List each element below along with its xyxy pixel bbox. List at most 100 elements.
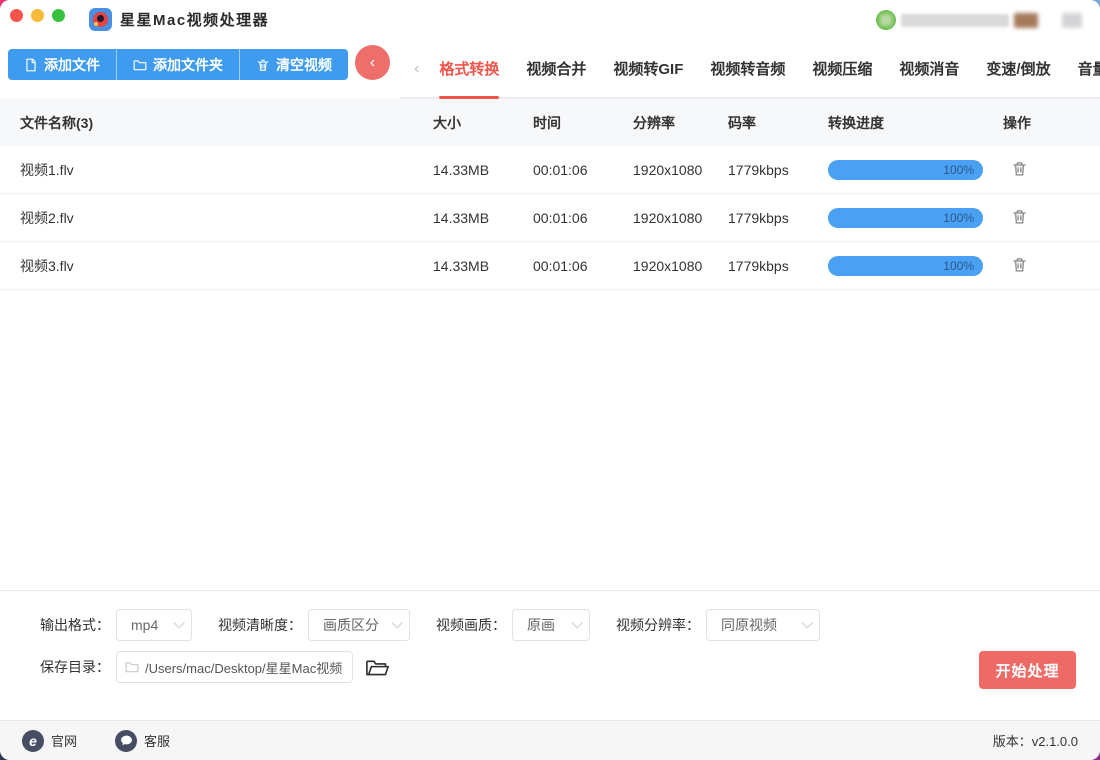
start-processing-button[interactable]: 开始处理: [979, 651, 1076, 689]
chevron-down-icon: [173, 617, 185, 629]
progress-value: 100%: [943, 210, 974, 225]
output-format-value: mp4: [131, 617, 159, 633]
file-size: 14.33MB: [433, 161, 490, 178]
chevron-down-icon: [571, 617, 583, 629]
footer: e 官网 客服 版本：v2.1.0.0: [0, 720, 1100, 760]
progress-value: 100%: [943, 258, 974, 273]
add-folder-button[interactable]: 添加文件夹: [116, 49, 239, 80]
browse-folder-button[interactable]: [366, 658, 389, 677]
file-duration: 00:01:06: [533, 257, 588, 274]
video-resolution-select[interactable]: 同原视频: [706, 609, 820, 641]
user-avatar[interactable]: [876, 10, 896, 30]
app-title: 星星Mac视频处理器: [120, 12, 270, 29]
version-text: 版本：v2.1.0.0: [992, 734, 1078, 749]
clear-videos-label: 清空视频: [276, 56, 332, 73]
add-folder-label: 添加文件夹: [153, 56, 223, 73]
add-file-button[interactable]: 添加文件: [8, 49, 116, 80]
progress-bar: 100%: [828, 159, 983, 180]
file-icon: [26, 58, 36, 71]
file-resolution: 1920x1080: [633, 257, 703, 274]
close-window-icon[interactable]: [10, 9, 23, 22]
app-logo-icon: [89, 8, 112, 31]
col-actions: 操作: [1003, 114, 1031, 131]
folder-icon: [125, 662, 139, 673]
save-dir-label: 保存目录：: [40, 659, 110, 675]
trash-icon: [257, 59, 269, 71]
settings-row-1: 输出格式： mp4 视频清晰度： 画质区分 视频画质： 原画 视频分辨率： 同原…: [40, 609, 1100, 641]
delete-row-button[interactable]: [1011, 255, 1028, 274]
app-identity: 星星Mac视频处理器: [89, 8, 269, 31]
tabs-scroll-left-icon[interactable]: ‹: [414, 60, 419, 78]
file-duration: 00:01:06: [533, 161, 588, 178]
file-name: 视频1.flv: [20, 161, 74, 178]
customer-support-link[interactable]: 客服: [115, 729, 171, 752]
user-account-area[interactable]: [876, 10, 1082, 30]
delete-row-button[interactable]: [1011, 159, 1028, 178]
output-format-select[interactable]: mp4: [116, 609, 192, 641]
clarity-select[interactable]: 画质区分: [308, 609, 410, 641]
file-bitrate: 1779kbps: [728, 209, 789, 226]
col-size: 大小: [433, 114, 461, 131]
tab-volume-adjust[interactable]: 音量调整: [1078, 40, 1100, 97]
table-row: 视频1.flv 14.33MB 00:01:06 1920x1080 1779k…: [0, 146, 1100, 194]
zoom-window-icon[interactable]: [52, 9, 65, 22]
website-label: 官网: [51, 734, 78, 749]
output-format-label: 输出格式：: [40, 617, 110, 633]
quality-label: 视频画质：: [436, 617, 506, 633]
tab-video-to-audio[interactable]: 视频转音频: [710, 40, 785, 97]
website-icon: e: [22, 729, 44, 752]
output-settings-panel: 输出格式： mp4 视频清晰度： 画质区分 视频画质： 原画 视频分辨率： 同原…: [0, 590, 1100, 720]
file-name: 视频2.flv: [20, 209, 74, 226]
progress-bar: 100%: [828, 207, 983, 228]
chevron-left-icon: ‹: [369, 54, 376, 71]
file-bitrate: 1779kbps: [728, 161, 789, 178]
file-resolution: 1920x1080: [633, 161, 703, 178]
tab-video-to-gif[interactable]: 视频转GIF: [613, 40, 683, 97]
delete-row-button[interactable]: [1011, 207, 1028, 226]
quality-select[interactable]: 原画: [512, 609, 590, 641]
titlebar: 星星Mac视频处理器: [0, 0, 1100, 40]
file-duration: 00:01:06: [533, 209, 588, 226]
clear-videos-button[interactable]: 清空视频: [239, 49, 348, 80]
folder-icon: [133, 59, 147, 70]
user-menu-redacted[interactable]: [1062, 12, 1082, 28]
file-resolution: 1920x1080: [633, 209, 703, 226]
progress-bar: 100%: [828, 255, 983, 276]
save-dir-value: /Users/mac/Desktop/星星Mac视频: [145, 660, 343, 676]
tab-format-convert[interactable]: 格式转换: [439, 40, 500, 99]
col-progress: 转换进度: [828, 114, 884, 131]
chat-bubble-icon: [115, 729, 138, 752]
progress-value: 100%: [943, 162, 974, 177]
app-window: 星星Mac视频处理器 添加文件 添加文件夹 清空视频 ‹ ‹ 格式转换 视频合并…: [0, 0, 1100, 760]
open-folder-icon: [366, 660, 389, 675]
file-size: 14.33MB: [433, 257, 490, 274]
video-resolution-label: 视频分辨率：: [616, 617, 700, 633]
chevron-down-icon: [801, 617, 813, 629]
clarity-label: 视频清晰度：: [218, 617, 302, 633]
table-header: 文件名称(3) 大小 时间 分辨率 码率 转换进度 操作: [0, 99, 1100, 146]
collapse-panel-button[interactable]: ‹: [355, 45, 390, 80]
file-bitrate: 1779kbps: [728, 257, 789, 274]
tab-video-compress[interactable]: 视频压缩: [812, 40, 872, 97]
quality-value: 原画: [527, 617, 555, 633]
add-file-label: 添加文件: [44, 56, 100, 73]
col-filename: 文件名称(3): [20, 114, 94, 131]
support-label: 客服: [144, 734, 171, 749]
col-time: 时间: [533, 114, 561, 131]
toolbar-row: 添加文件 添加文件夹 清空视频 ‹ ‹ 格式转换 视频合并 视频转GIF 视频转…: [0, 40, 1100, 99]
col-bitrate: 码率: [728, 114, 756, 131]
tab-video-mute[interactable]: 视频消音: [899, 40, 959, 97]
file-name: 视频3.flv: [20, 257, 74, 274]
official-website-link[interactable]: e 官网: [22, 729, 78, 752]
minimize-window-icon[interactable]: [31, 9, 44, 22]
trash-icon: [1013, 161, 1026, 176]
tab-strip: ‹ 格式转换 视频合并 视频转GIF 视频转音频 视频压缩 视频消音 变速/倒放…: [400, 40, 1100, 99]
col-resolution: 分辨率: [633, 114, 675, 131]
file-actions-group: 添加文件 添加文件夹 清空视频: [8, 49, 348, 80]
tab-video-merge[interactable]: 视频合并: [526, 40, 586, 97]
table-row: 视频2.flv 14.33MB 00:01:06 1920x1080 1779k…: [0, 194, 1100, 242]
trash-icon: [1013, 257, 1026, 272]
settings-row-2: 保存目录： /Users/mac/Desktop/星星Mac视频: [40, 651, 1100, 683]
save-dir-input[interactable]: /Users/mac/Desktop/星星Mac视频: [116, 651, 353, 683]
tab-speed-reverse[interactable]: 变速/倒放: [986, 40, 1050, 97]
